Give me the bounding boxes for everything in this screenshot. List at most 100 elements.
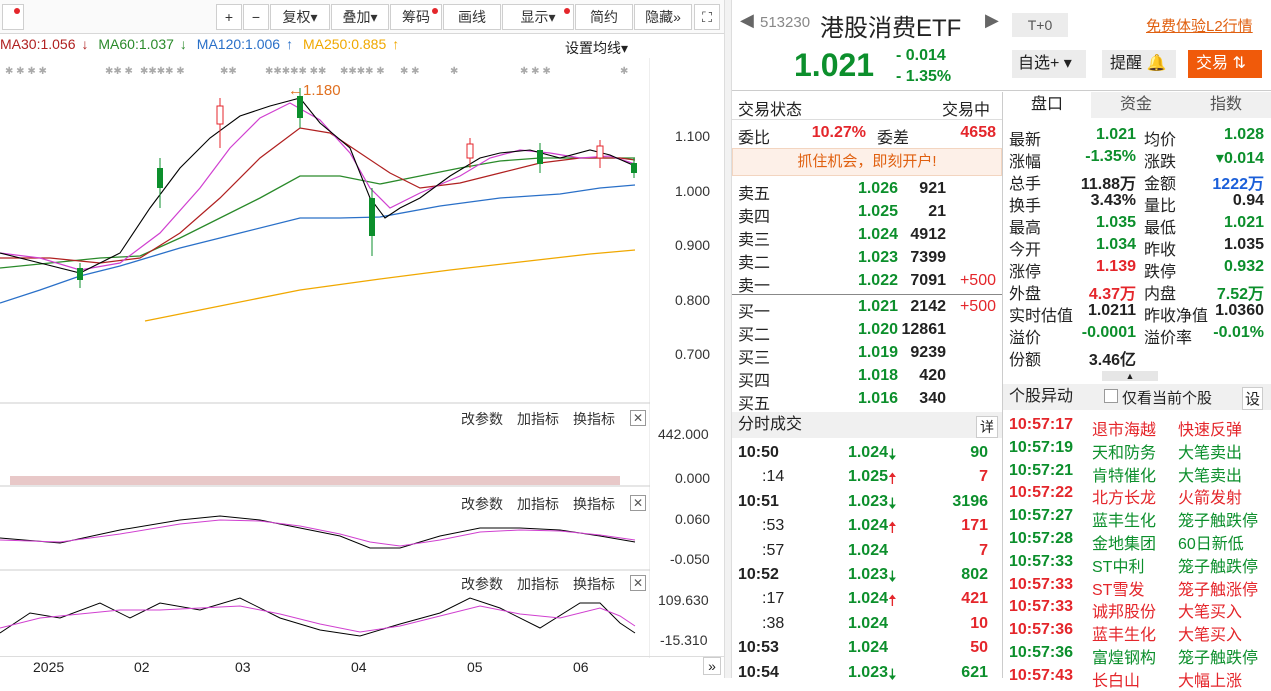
pankou-label: 量比 <box>1144 198 1177 215</box>
double-chevron-right-icon: » <box>673 9 681 25</box>
tick-time: :38 <box>762 614 785 632</box>
trial-l2-link[interactable]: 免费体验L2行情 <box>1146 15 1253 36</box>
prev-stock-icon[interactable]: ◀ <box>740 10 754 31</box>
tick-price: 1.024 <box>847 541 888 559</box>
pankou-value: -1.35% <box>1085 148 1136 165</box>
ma60-line <box>0 157 635 269</box>
alert-stock-link[interactable]: 蓝丰生化 <box>1092 621 1156 645</box>
close-icon[interactable]: ✕ <box>630 495 646 511</box>
alert-event: 火箭发射 <box>1178 490 1243 508</box>
price-tick: 1.000 <box>675 183 711 199</box>
alert-stock-link[interactable]: 蓝丰生化 <box>1092 507 1156 531</box>
tick-price: 1.024 <box>847 517 888 535</box>
ask-volume: 4912 <box>910 226 946 243</box>
alert-stock-link[interactable]: 富煌钢构 <box>1092 644 1156 668</box>
scroll-right-icon[interactable]: » <box>703 657 721 675</box>
ma250-label: MA250:0.885 <box>302 36 387 52</box>
bid-level-label: 买四 <box>738 373 771 390</box>
pankou-value: 1.035 <box>1095 214 1136 231</box>
arrow-down-icon: 🠇 <box>888 447 897 464</box>
macd-jia-button[interactable]: 加指标 <box>517 494 559 514</box>
tab-pankou[interactable]: 盘口 <box>1003 92 1091 118</box>
tick-price: 1.024 <box>847 614 888 632</box>
alert-button[interactable]: 提醒 🔔 <box>1102 50 1176 78</box>
huaxian-button[interactable]: 画线 <box>443 4 501 30</box>
x-tick: 05 <box>467 659 483 675</box>
tick-time: :17 <box>762 590 785 608</box>
pankou-value: -0.01% <box>1213 324 1264 341</box>
yincang-button[interactable]: 隐藏» <box>634 4 692 30</box>
alert-stock-link[interactable]: 长白山 <box>1092 667 1140 691</box>
bid-volume: 340 <box>919 390 946 407</box>
jianyue-button[interactable]: 简约 <box>575 4 633 30</box>
alert-time: 10:57:33 <box>1009 552 1074 570</box>
alert-stock-link[interactable]: 退市海越 <box>1092 416 1156 440</box>
tick-volume: 802 <box>961 566 988 583</box>
kdj-huan-button[interactable]: 换指标 <box>573 574 615 594</box>
close-icon[interactable]: ✕ <box>630 575 646 591</box>
status-value: 交易中 <box>942 102 991 119</box>
tick-time: 10:52 <box>738 566 779 583</box>
tick-volume: 50 <box>970 639 988 657</box>
diejia-dropdown[interactable]: 叠加 ▾ <box>331 4 389 30</box>
macd-dif-line <box>0 515 636 549</box>
collapse-icon[interactable]: ▲ <box>1102 371 1158 381</box>
chevron-down-icon: ▾ <box>548 8 556 25</box>
close-icon[interactable]: ✕ <box>630 410 646 426</box>
kdj-gai-button[interactable]: 改参数 <box>461 574 503 594</box>
alert-stock-link[interactable]: 诚邦股份 <box>1092 598 1156 622</box>
zoom-out-button[interactable]: − <box>243 4 269 30</box>
notice-dot <box>432 8 438 14</box>
arrow-down-icon: 🠇 <box>888 495 897 513</box>
vol-jia-button[interactable]: 加指标 <box>517 409 559 429</box>
weicha-label: 委差 <box>877 130 910 147</box>
add-watchlist-button[interactable]: 自选+ ▾ <box>1012 50 1086 78</box>
xianshi-dropdown[interactable]: 显示 ▾ <box>502 4 574 30</box>
ticks-detail-button[interactable]: 详 <box>976 416 998 438</box>
arrow-down-icon: ↓ <box>81 36 89 52</box>
vol-gai-button[interactable]: 改参数 <box>461 409 503 429</box>
ma-legend: MA30:1.056 ↓ MA60:1.037 ↓ MA120:1.006 ↑ MA2… <box>0 36 650 58</box>
only-current-checkbox[interactable] <box>1104 389 1118 403</box>
toolbar-extra-button[interactable] <box>2 4 24 30</box>
t0-badge: T+0 <box>1012 13 1068 37</box>
alert-stock-link[interactable]: 北方长龙 <box>1092 484 1156 508</box>
tab-zhishu[interactable]: 指数 <box>1181 92 1271 118</box>
arrow-up-icon: 🠅 <box>888 520 897 538</box>
alert-stock-link[interactable]: ST雪发 <box>1092 576 1144 600</box>
macd-gai-button[interactable]: 改参数 <box>461 494 503 514</box>
svg-text:✱✱ ✱: ✱✱ ✱ <box>105 66 133 77</box>
pankou-label: 最新 <box>1009 132 1042 149</box>
fuquan-dropdown[interactable]: 复权 ▾ <box>270 4 330 30</box>
arrow-up-icon: 🠅 <box>888 471 897 489</box>
fullscreen-button[interactable]: ⛶ <box>694 4 720 30</box>
macd-huan-button[interactable]: 换指标 <box>573 494 615 514</box>
ask-level-label: 卖三 <box>738 232 771 249</box>
next-stock-icon[interactable]: ▶ <box>985 10 999 31</box>
alert-stock-link[interactable]: 金地集团 <box>1092 530 1156 554</box>
zoom-in-button[interactable]: + <box>216 4 242 30</box>
panel-splitter[interactable] <box>724 0 732 678</box>
alert-event: 大笔卖出 <box>1178 467 1243 485</box>
time-axis: 2025 02 03 04 05 06 » <box>0 656 724 678</box>
price-change: - 0.014 <box>896 47 946 64</box>
kdj-tick: 109.630 <box>658 592 709 608</box>
ask-volume: 921 <box>919 180 946 197</box>
open-account-banner[interactable]: 抓住机会，即刻开户! <box>732 148 1002 176</box>
alert-stock-link[interactable]: ST中利 <box>1092 553 1144 577</box>
ma-settings-button[interactable]: 设置均线▾ <box>565 38 628 58</box>
alert-stock-link[interactable]: 肯特催化 <box>1092 462 1156 486</box>
trade-button[interactable]: 交易 ⇅ <box>1188 50 1262 78</box>
price-tick: 0.700 <box>675 346 711 362</box>
tab-zijin[interactable]: 资金 <box>1091 92 1181 118</box>
alerts-settings-button[interactable]: 设 <box>1242 387 1264 410</box>
alert-time: 10:57:17 <box>1009 416 1074 433</box>
status-row: 交易状态 交易中 <box>732 92 1002 120</box>
chouma-button[interactable]: 筹码 <box>390 4 442 30</box>
alert-time: 10:57:28 <box>1009 530 1074 547</box>
bid-volume: 12861 <box>901 321 947 338</box>
alert-stock-link[interactable]: 天和防务 <box>1092 439 1156 463</box>
svg-text:✱✱✱✱ ✱: ✱✱✱✱ ✱ <box>340 66 385 77</box>
kdj-jia-button[interactable]: 加指标 <box>517 574 559 594</box>
vol-huan-button[interactable]: 换指标 <box>573 409 615 429</box>
